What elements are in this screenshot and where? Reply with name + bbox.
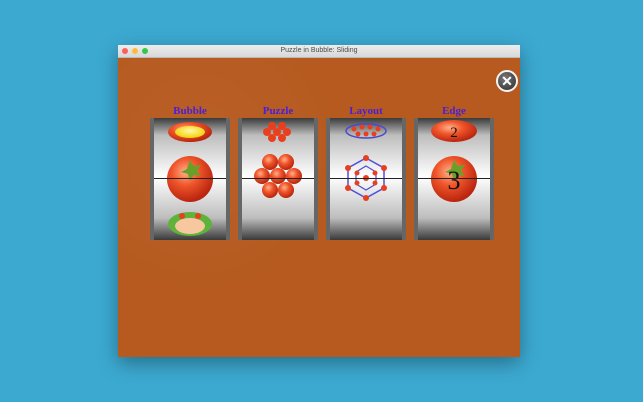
reel-bubble-symbols (167, 122, 213, 236)
reel-edge-symbols: 2 3 (431, 120, 477, 202)
reel-layout[interactable] (326, 118, 406, 240)
payline (418, 178, 490, 179)
bubble-center-symbol (167, 156, 213, 202)
reel-layout-symbols (345, 123, 387, 201)
bubble-bottom-symbol (168, 212, 212, 236)
layout-top-symbol (345, 123, 387, 139)
close-icon: ✕ (501, 73, 513, 89)
title-bar: Puzzle in Bubble: Sliding (118, 45, 520, 58)
puzzle-center-symbol (254, 154, 302, 198)
reel-label-bubble: Bubble (173, 105, 207, 117)
window-title: Puzzle in Bubble: Sliding (280, 47, 358, 54)
reel-label-edge: Edge (442, 105, 466, 117)
puzzle-top-symbol (263, 122, 291, 142)
payline (242, 178, 314, 179)
reel-puzzle-symbols (254, 122, 302, 198)
payline (154, 178, 226, 179)
app-window: Puzzle in Bubble: Sliding ✕ Bubble Puzzl… (118, 45, 520, 357)
edge-center-symbol: 3 (431, 156, 477, 202)
close-game-button[interactable]: ✕ (496, 70, 518, 92)
game-board: ✕ Bubble Puzzle Layout Edge 2 3 (118, 58, 520, 357)
edge-top-number: 2 (450, 125, 458, 141)
reel-puzzle[interactable] (238, 118, 318, 240)
reel-label-puzzle: Puzzle (262, 105, 294, 117)
payline (330, 178, 402, 179)
bubble-top-symbol (168, 122, 212, 142)
reel-bubble[interactable] (150, 118, 230, 240)
edge-top-symbol: 2 (431, 120, 477, 142)
edge-center-number: 3 (448, 166, 461, 195)
reel-edge[interactable]: 2 3 (414, 118, 494, 240)
reel-label-layout: Layout (349, 105, 383, 117)
